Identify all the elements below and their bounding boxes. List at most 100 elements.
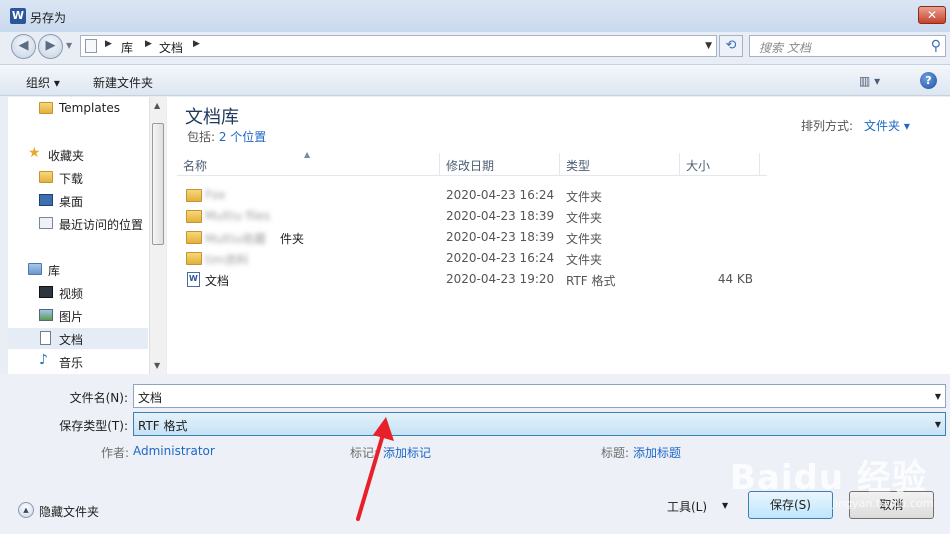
page-icon [85,39,97,53]
author-field[interactable]: Administrator [133,444,215,458]
breadcrumb-arrow-icon[interactable]: ▶ [193,39,200,49]
file-row[interactable]: tim资料 2020-04-23 16:24 文件夹 [181,248,781,269]
filename-field[interactable]: 文档 ▼ [133,384,946,408]
filetype-select[interactable]: RTF 格式 ▼ [133,412,946,436]
close-button[interactable]: ✕ [918,6,946,24]
title-bar: W 另存为 ✕ [0,0,950,32]
breadcrumb-arrow-icon[interactable]: ▶ [105,39,112,49]
file-type: 文件夹 [566,190,603,204]
title-label: 标题: [601,446,630,460]
search-placeholder: 搜索 文档 [759,41,811,55]
locations-link[interactable]: 2 个位置 [219,130,266,144]
column-header-date[interactable]: 修改日期 [440,153,560,175]
chevron-down-icon[interactable]: ▼ [935,420,941,429]
arrange-by-label: 排列方式: [801,119,854,133]
scroll-up-icon[interactable]: ▲ [154,101,160,110]
file-name: Multiu收藏 [205,232,266,246]
breadcrumb-library[interactable]: 库 [121,39,133,56]
tools-menu-button[interactable]: 工具(L) [667,498,707,515]
address-dropdown-icon[interactable]: ▼ [705,41,712,51]
breadcrumb-arrow-icon[interactable]: ▶ [145,39,152,49]
column-header-type[interactable]: 类型 [560,153,680,175]
sidebar-item-label: 收藏夹 [48,149,85,163]
window-title: 另存为 [30,11,67,25]
filename-value: 文档 [138,391,163,405]
file-type: 文件夹 [566,211,603,225]
sidebar-item-label: 文档 [59,333,84,347]
file-list-pane: 文档库 包括: 2 个位置 排列方式: 文件夹 ▾ ▲ 名称 修改日期 类型 大… [167,97,950,374]
sidebar-item-favorites[interactable]: ★ 收藏夹 [8,144,148,165]
header-divider [177,175,767,176]
sidebar-item-label: 库 [48,264,61,278]
file-name: Fox [205,188,226,202]
back-button[interactable]: ◀ [11,34,36,59]
column-header-size[interactable]: 大小 [680,153,760,175]
hide-folders-label: 隐藏文件夹 [39,505,100,519]
refresh-icon: ⟲ [725,38,737,53]
file-row[interactable]: Multiu files 2020-04-23 18:39 文件夹 [181,206,781,227]
sidebar-item-documents[interactable]: 文档 [8,328,148,349]
folder-icon [186,252,202,265]
word-document-icon [187,272,200,287]
watermark-url: jingyan.baidu.com [832,497,934,510]
sidebar-item-label: 桌面 [59,195,84,209]
column-date-label: 修改日期 [446,159,495,173]
file-type: 文件夹 [566,253,603,267]
filetype-value: RTF 格式 [138,419,188,433]
video-icon [39,286,53,298]
forward-button[interactable]: ▶ [38,34,63,59]
sidebar-item-music[interactable]: ♪ 音乐 [8,351,148,372]
arrange-by-dropdown[interactable]: 文件夹 ▾ [864,117,910,134]
sidebar-item-videos[interactable]: 视频 [8,282,148,303]
file-date: 2020-04-23 18:39 [446,209,555,223]
recent-pages-dropdown[interactable]: ▼ [66,41,72,50]
sidebar-item-label: 音乐 [59,356,84,370]
sidebar-item-pictures[interactable]: 图片 [8,305,148,326]
chevron-down-icon[interactable]: ▼ [722,501,728,510]
author-label: 作者: [101,446,130,460]
sidebar-item-libraries[interactable]: 库 [8,259,148,280]
desktop-icon [39,194,53,206]
search-icon[interactable]: ⚲ [931,38,941,54]
organize-button[interactable]: 组织 ▾ [26,74,60,91]
library-icon [28,263,42,275]
refresh-button[interactable]: ⟲ [719,35,743,57]
chevron-down-icon[interactable]: ▼ [935,392,941,401]
file-name-suffix: 件夹 [280,232,305,246]
document-icon [40,331,51,345]
view-options-icon[interactable]: ▥ ▾ [859,74,880,88]
sidebar-item-desktop[interactable]: 桌面 [8,190,148,211]
sidebar-item-label: 视频 [59,287,84,301]
file-name: 文档 [205,274,230,288]
file-size: 44 KB [717,272,753,286]
sidebar-item-downloads[interactable]: 下载 [8,167,148,188]
includes-label: 包括: [187,130,219,144]
help-icon[interactable]: ? [920,72,937,89]
address-row: ◀ ▶ ▼ ▶ 库 ▶ 文档 ▶ ▼ ⟲ 搜索 文档 ⚲ [0,32,950,60]
new-folder-button[interactable]: 新建文件夹 [93,74,153,91]
picture-icon [39,309,53,321]
search-input[interactable]: 搜索 文档 ⚲ [749,35,946,57]
breadcrumb-documents[interactable]: 文档 [159,39,183,56]
library-includes: 包括: 2 个位置 [187,128,266,145]
file-row[interactable]: Fox 2020-04-23 16:24 文件夹 [181,185,781,206]
file-date: 2020-04-23 16:24 [446,251,555,265]
sidebar-item-label: 最近访问的位置 [59,218,144,232]
sidebar-scrollbar[interactable]: ▲ ▼ [149,97,166,374]
file-row[interactable]: 文档 2020-04-23 19:20 RTF 格式 44 KB [181,269,781,290]
sidebar-item-label: 图片 [59,310,84,324]
title-field[interactable]: 添加标题 [633,444,681,461]
word-icon: W [10,8,26,24]
sidebar-item-recent[interactable]: 最近访问的位置 [8,213,148,234]
column-header-name[interactable]: 名称 [177,153,440,175]
scroll-down-icon[interactable]: ▼ [154,361,160,370]
file-row[interactable]: Multiu收藏 件夹 2020-04-23 18:39 文件夹 [181,227,781,248]
chevron-up-icon: ▲ [18,502,34,518]
folder-icon [186,210,202,223]
address-bar[interactable]: ▶ 库 ▶ 文档 ▶ ▼ [80,35,717,57]
file-date: 2020-04-23 18:39 [446,230,555,244]
scrollbar-thumb[interactable] [152,123,164,245]
folder-icon [186,231,202,244]
sidebar-item-templates[interactable]: Templates [8,98,148,119]
library-title: 文档库 [185,107,239,128]
